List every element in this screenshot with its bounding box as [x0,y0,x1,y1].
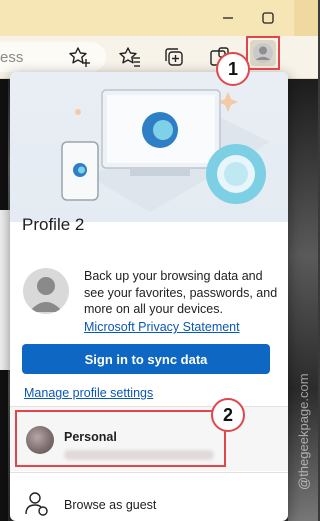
address-text: ess [0,49,24,66]
step-badge-1: 1 [216,52,250,86]
sync-description: Back up your browsing data and see your … [84,269,278,316]
add-favorite-icon[interactable] [68,45,92,69]
maximize-icon[interactable] [258,8,278,28]
avatar [23,268,69,314]
sparkle-icon [218,92,238,112]
close-button[interactable] [294,0,318,36]
devices-illustration [61,89,270,212]
divider [10,472,288,473]
manage-profile-settings-link[interactable]: Manage profile settings [24,386,153,400]
person-icon [29,277,63,312]
privacy-statement-link[interactable]: Microsoft Privacy Statement [84,320,240,334]
step-badge-2: 2 [211,398,245,432]
sign-in-sync-button[interactable]: Sign in to sync data [22,344,270,374]
watermark: @thegeekpage.com [296,373,311,490]
collections-icon[interactable] [162,45,186,69]
browse-as-guest[interactable]: Browse as guest [64,498,156,512]
highlight-profile-button [246,36,280,70]
profile-title: Profile 2 [22,215,85,234]
sparkle-icon [75,109,81,115]
highlight-personal-profile [15,410,226,467]
minimize-icon[interactable] [218,8,238,28]
favorites-icon[interactable] [118,45,142,69]
watermark-text: @thegeekpage.com [296,373,311,490]
sync-illustration [10,72,288,222]
guest-icon [25,492,48,516]
